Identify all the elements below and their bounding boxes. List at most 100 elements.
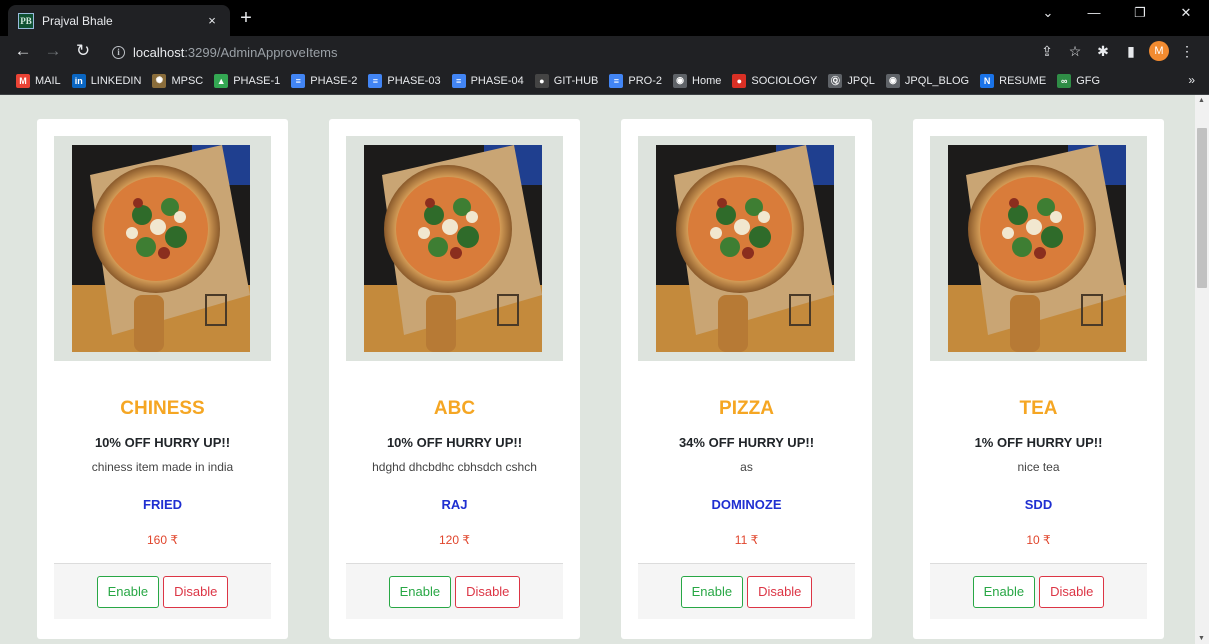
extensions-icon[interactable]: ✱ bbox=[1089, 43, 1117, 60]
pizza-image bbox=[72, 145, 250, 352]
bookmark-label: PHASE-1 bbox=[233, 74, 281, 87]
item-name: ABC bbox=[433, 398, 476, 419]
item-price: 120 ₹ bbox=[439, 533, 470, 547]
bookmark-git-hub[interactable]: ● GIT-HUB bbox=[534, 73, 599, 88]
toolbar-icons: ⇪ ☆ ✱ ▮ M ⋮ bbox=[1033, 41, 1201, 61]
menu-kebab-icon[interactable]: ⋮ bbox=[1173, 43, 1201, 60]
vertical-scrollbar[interactable]: ▲ ▼ bbox=[1195, 95, 1209, 644]
site-info-icon[interactable]: i bbox=[112, 45, 125, 59]
item-image-frame bbox=[54, 136, 271, 361]
new-tab-button[interactable]: + bbox=[236, 7, 256, 29]
item-offer: 10% OFF HURRY UP!! bbox=[94, 435, 231, 450]
url-path: :3299/AdminApproveItems bbox=[184, 44, 338, 60]
minimize-icon[interactable]: — bbox=[1071, 0, 1117, 30]
github-icon: ● bbox=[534, 73, 549, 88]
browser-toolbar: ← → ↻ i localhost:3299/AdminApproveItems… bbox=[0, 36, 1209, 67]
bookmark-mail[interactable]: M MAIL bbox=[16, 73, 61, 88]
item-name: TEA bbox=[1019, 398, 1058, 419]
window-close-icon[interactable]: ✕ bbox=[1163, 0, 1209, 30]
item-card: TEA 1% OFF HURRY UP!! nice tea SDD 10 ₹ Enabl… bbox=[913, 119, 1164, 639]
bookmark-gfg[interactable]: ∞ GFG bbox=[1057, 73, 1101, 88]
item-offer: 1% OFF HURRY UP!! bbox=[974, 435, 1103, 450]
globe-icon: ◉ bbox=[885, 73, 900, 88]
bookmark-label: RESUME bbox=[999, 74, 1047, 87]
docs-icon: ≡ bbox=[451, 73, 466, 88]
bookmark-label: PRO-2 bbox=[628, 74, 663, 87]
forward-arrow-icon[interactable]: → bbox=[42, 40, 64, 62]
bookmark-mpsc[interactable]: ✺ MPSC bbox=[152, 73, 204, 88]
scroll-up-arrow-icon[interactable]: ▲ bbox=[1198, 97, 1205, 104]
back-arrow-icon[interactable]: ← bbox=[12, 40, 34, 62]
reload-icon[interactable]: ↻ bbox=[72, 40, 94, 62]
drive-icon: ▲ bbox=[214, 73, 229, 88]
bookmark-resume[interactable]: N RESUME bbox=[980, 73, 1047, 88]
tab-title: Prajval Bhale bbox=[42, 13, 113, 28]
sociology-icon: ● bbox=[732, 73, 747, 88]
browser-tab[interactable]: PB Prajval Bhale × bbox=[8, 5, 230, 36]
item-brand: SDD bbox=[1024, 497, 1053, 512]
bookmark-home[interactable]: ◉ Home bbox=[673, 73, 721, 88]
disable-button[interactable]: Disable bbox=[1039, 575, 1105, 608]
gmail-icon: M bbox=[16, 73, 30, 88]
bookmark-phase-04[interactable]: ≡ PHASE-04 bbox=[451, 73, 524, 88]
scroll-down-arrow-icon[interactable]: ▼ bbox=[1198, 635, 1205, 642]
gfg-icon: ∞ bbox=[1057, 73, 1072, 88]
bookmark-label: PHASE-2 bbox=[310, 74, 358, 87]
side-panel-icon[interactable]: ▮ bbox=[1117, 43, 1145, 60]
bookmarks-overflow-icon[interactable]: » bbox=[1188, 73, 1195, 87]
bookmark-linkedin[interactable]: in LINKEDIN bbox=[71, 73, 142, 88]
item-image-frame bbox=[930, 136, 1147, 361]
bookmark-label: GIT-HUB bbox=[553, 74, 599, 87]
bookmark-jpql[interactable]: Ⓠ JPQL bbox=[828, 73, 875, 88]
page-content: CHINESS 10% OFF HURRY UP!! chiness item ma… bbox=[0, 95, 1195, 644]
window-controls: ⌄ — ❐ ✕ bbox=[1025, 0, 1209, 30]
item-offer: 10% OFF HURRY UP!! bbox=[386, 435, 523, 450]
bookmark-label: JPQL bbox=[847, 74, 875, 87]
enable-button[interactable]: Enable bbox=[388, 575, 452, 608]
tab-search-icon[interactable]: ⌄ bbox=[1025, 0, 1071, 30]
globe-icon: ◉ bbox=[673, 73, 688, 88]
pizza-image bbox=[364, 145, 542, 352]
bookmark-label: MPSC bbox=[171, 74, 204, 87]
item-name: PIZZA bbox=[719, 398, 774, 419]
item-description: chiness item made in india bbox=[91, 460, 234, 474]
item-offer: 34% OFF HURRY UP!! bbox=[678, 435, 815, 450]
bookmark-label: MAIL bbox=[35, 74, 61, 87]
address-bar[interactable]: i localhost:3299/AdminApproveItems bbox=[102, 39, 1040, 65]
docs-icon: ≡ bbox=[609, 73, 624, 88]
profile-avatar[interactable]: M bbox=[1149, 41, 1169, 61]
bookmark-phase-1[interactable]: ▲ PHASE-1 bbox=[214, 73, 281, 88]
bookmark-sociology[interactable]: ● SOCIOLOGY bbox=[732, 73, 817, 88]
card-footer: Enable Disable bbox=[346, 563, 563, 619]
restore-icon[interactable]: ❐ bbox=[1117, 0, 1163, 30]
browser-titlebar: PB Prajval Bhale × + ⌄ — ❐ ✕ bbox=[0, 0, 1209, 36]
scroll-thumb[interactable] bbox=[1197, 128, 1207, 288]
bookmark-star-icon[interactable]: ☆ bbox=[1061, 43, 1089, 60]
item-price: 11 ₹ bbox=[734, 533, 759, 547]
enable-button[interactable]: Enable bbox=[680, 575, 744, 608]
card-footer: Enable Disable bbox=[54, 563, 271, 619]
disable-button[interactable]: Disable bbox=[455, 575, 521, 608]
disable-button[interactable]: Disable bbox=[747, 575, 813, 608]
item-price: 160 ₹ bbox=[147, 533, 178, 547]
bookmark-jpql-blog[interactable]: ◉ JPQL_BLOG bbox=[885, 73, 970, 88]
bookmark-pro-2[interactable]: ≡ PRO-2 bbox=[609, 73, 663, 88]
bookmark-phase-2[interactable]: ≡ PHASE-2 bbox=[291, 73, 358, 88]
share-icon[interactable]: ⇪ bbox=[1033, 43, 1061, 60]
item-brand: FRIED bbox=[143, 497, 182, 512]
enable-button[interactable]: Enable bbox=[972, 575, 1036, 608]
bookmark-label: LINKEDIN bbox=[90, 74, 142, 87]
item-brand: DOMINOZE bbox=[711, 497, 782, 512]
disable-button[interactable]: Disable bbox=[163, 575, 229, 608]
bookmark-phase-03[interactable]: ≡ PHASE-03 bbox=[368, 73, 441, 88]
item-description: as bbox=[740, 460, 753, 474]
enable-button[interactable]: Enable bbox=[96, 575, 160, 608]
item-price: 10 ₹ bbox=[1026, 533, 1051, 547]
tab-close-icon[interactable]: × bbox=[204, 13, 220, 28]
url-host: localhost bbox=[133, 44, 185, 60]
resume-icon: N bbox=[980, 73, 995, 88]
bookmark-label: GFG bbox=[1076, 74, 1101, 87]
bookmark-label: JPQL_BLOG bbox=[904, 74, 970, 87]
item-card: PIZZA 34% OFF HURRY UP!! as DOMINOZE 11 ₹ Ena… bbox=[621, 119, 872, 639]
item-brand: RAJ bbox=[441, 497, 468, 512]
